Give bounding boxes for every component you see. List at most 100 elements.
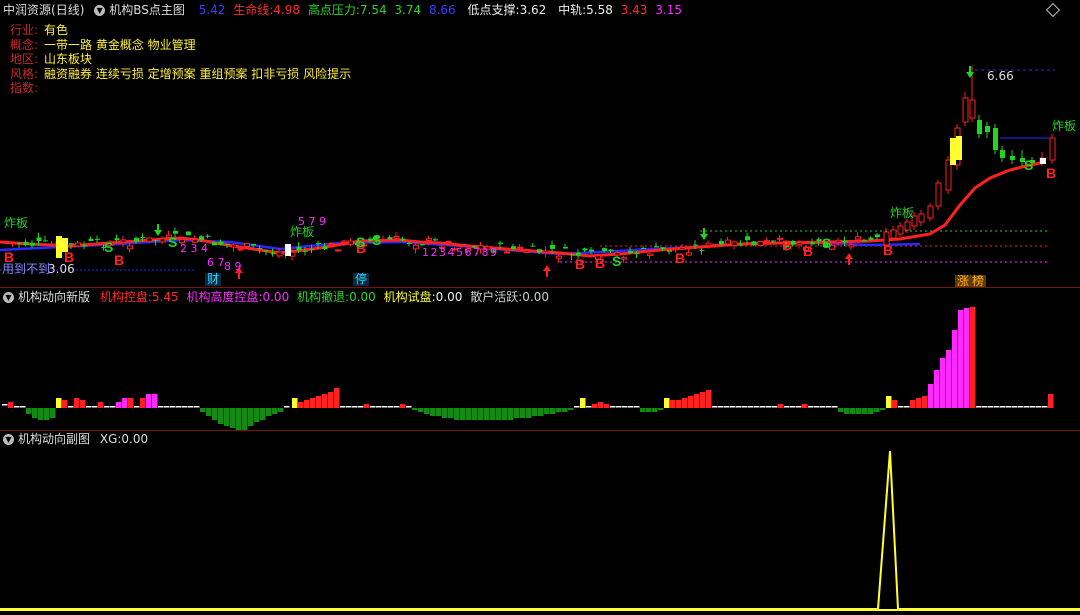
sub1-bar bbox=[418, 408, 424, 412]
sub1-bar bbox=[284, 406, 290, 408]
white-candle bbox=[285, 244, 291, 256]
candle-body bbox=[426, 238, 432, 241]
sub1-bar bbox=[886, 396, 892, 408]
sub1-bar bbox=[532, 408, 538, 416]
candle-body bbox=[935, 182, 942, 207]
sub1-bar bbox=[754, 406, 760, 408]
buy-marker: B bbox=[114, 252, 124, 268]
sub1-bar bbox=[454, 408, 460, 420]
sub1-bar bbox=[874, 408, 880, 412]
sub1-bar bbox=[194, 406, 200, 408]
sub1-bar bbox=[604, 404, 610, 408]
event-cai[interactable]: 财 bbox=[205, 273, 222, 286]
candle-body bbox=[556, 255, 562, 259]
sub2-value1: 0.00 bbox=[121, 432, 149, 446]
candle-body bbox=[82, 245, 87, 247]
sub1-bar bbox=[994, 406, 1000, 408]
sub1-bar bbox=[808, 406, 814, 408]
candle-body bbox=[693, 244, 698, 246]
candle-body bbox=[608, 249, 614, 251]
sub1-bar bbox=[224, 408, 230, 426]
candle-body bbox=[725, 239, 731, 245]
sub1-bar bbox=[80, 400, 86, 408]
sub1-bar bbox=[134, 406, 140, 408]
sell-marker: S bbox=[1024, 157, 1033, 173]
candle-body bbox=[23, 241, 29, 246]
sub1-bar bbox=[424, 408, 430, 414]
nums-e: 1 2 3 4 5 6 7 8 9 bbox=[422, 246, 497, 259]
candle-body bbox=[962, 97, 969, 123]
candle-body bbox=[686, 252, 692, 256]
sub1-bar bbox=[346, 406, 352, 408]
sub1-bar bbox=[242, 408, 248, 430]
candle-body bbox=[628, 250, 633, 253]
candle-body bbox=[667, 250, 672, 252]
candle-body bbox=[862, 240, 867, 242]
candle-body bbox=[1010, 156, 1015, 160]
candle-body bbox=[835, 239, 842, 243]
sub1-title[interactable]: 机构动向新版 bbox=[18, 290, 90, 304]
sub1-bar bbox=[20, 406, 26, 408]
sub2-title[interactable]: 机构动向副图 bbox=[18, 432, 90, 446]
sub1-bar bbox=[1000, 406, 1006, 408]
candle-body bbox=[738, 244, 744, 246]
sub1-bar bbox=[152, 394, 158, 408]
sub1-bar bbox=[292, 398, 298, 408]
sub1-bar bbox=[74, 398, 80, 408]
candle-body bbox=[400, 238, 406, 241]
zhaban-label-1: 炸板 bbox=[4, 216, 29, 230]
candle-body bbox=[927, 205, 934, 219]
sub1-bar bbox=[334, 388, 340, 408]
sub1-bar bbox=[724, 406, 730, 408]
sub1-bar bbox=[700, 392, 706, 408]
main-kline-chart[interactable]: B B BBB B BB B BBS S S SSSS bbox=[0, 0, 1080, 290]
sub1-bar bbox=[236, 408, 242, 430]
sub1-bar bbox=[1012, 406, 1018, 408]
candle-body bbox=[264, 250, 269, 252]
sub1-bar bbox=[622, 406, 628, 408]
candle-body bbox=[43, 240, 48, 242]
sub1-bar bbox=[340, 406, 346, 408]
sub1-bar bbox=[358, 406, 364, 408]
sub2-header: ▼ 机构动向副图 XG:0.00 bbox=[1, 430, 152, 448]
candle-body bbox=[120, 239, 127, 243]
candle-body bbox=[212, 242, 217, 246]
sub1-bar bbox=[1006, 406, 1012, 408]
sub1-label1: 机构控盘: bbox=[99, 290, 152, 304]
sub1-bar bbox=[658, 408, 664, 410]
sub1-bar-chart[interactable] bbox=[0, 305, 1080, 430]
sub1-bar bbox=[988, 406, 994, 408]
sub1-bar bbox=[694, 394, 700, 408]
buy-marker: B bbox=[595, 255, 605, 271]
sub2-menu-icon[interactable]: ▼ bbox=[3, 434, 14, 445]
sub1-bar bbox=[310, 398, 316, 408]
candle-body bbox=[393, 235, 400, 239]
sub1-bar bbox=[856, 408, 862, 414]
candle-body bbox=[498, 242, 503, 244]
sub1-menu-icon[interactable]: ▼ bbox=[3, 292, 14, 303]
sub1-bar bbox=[448, 408, 454, 418]
sub1-bar bbox=[1018, 406, 1024, 408]
sub2-label1: XG: bbox=[99, 432, 122, 446]
candle-body bbox=[523, 250, 530, 253]
candle-body bbox=[731, 241, 738, 247]
sub1-bar bbox=[248, 408, 254, 426]
sub1-bar bbox=[110, 406, 116, 408]
sub1-bar bbox=[562, 408, 568, 412]
yellow-candle bbox=[956, 136, 962, 160]
candle-body bbox=[745, 236, 750, 241]
candle-body bbox=[582, 248, 588, 251]
sub1-bar bbox=[68, 406, 74, 408]
sub1-bar bbox=[62, 400, 68, 408]
sub1-bar bbox=[376, 406, 382, 408]
sub1-bar bbox=[598, 402, 604, 408]
sub2-line-chart[interactable] bbox=[0, 448, 1080, 615]
sub1-bar bbox=[442, 408, 448, 418]
sub1-bar bbox=[634, 406, 640, 408]
event-ting[interactable]: 停 bbox=[353, 273, 370, 286]
sub1-bar bbox=[104, 406, 110, 408]
sub1-bar bbox=[218, 408, 224, 424]
sub1-bar bbox=[664, 398, 670, 408]
sub1-bar bbox=[706, 390, 712, 408]
sub1-bar bbox=[982, 406, 988, 408]
